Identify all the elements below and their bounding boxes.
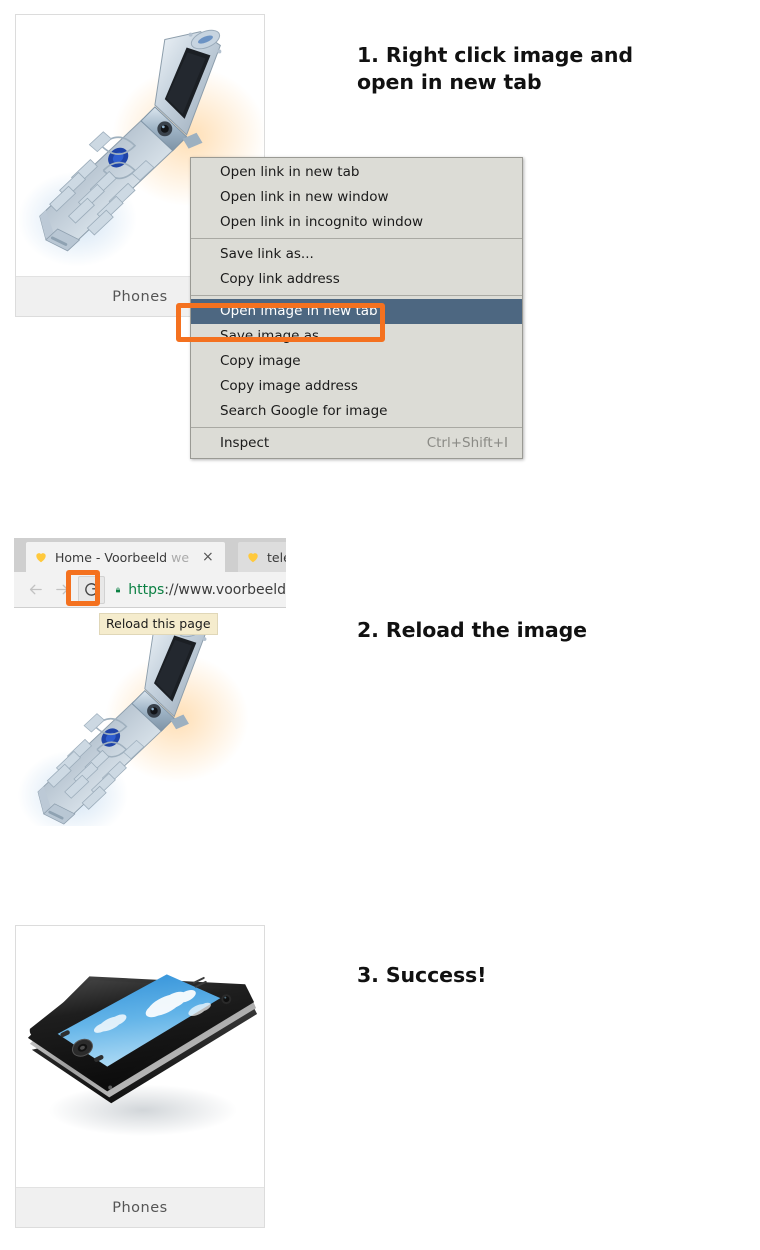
browser-tab-inactive[interactable]: telefo (230, 542, 286, 572)
browser-tab-active[interactable]: Home - Voorbeeld we × (18, 542, 233, 572)
context-menu-separator (191, 295, 522, 296)
address-bar[interactable]: https://www.voorbeeld (115, 582, 286, 598)
context-menu-item-label: Copy image address (220, 378, 358, 394)
step-3-title: 3. Success! (357, 963, 487, 987)
context-menu-item[interactable]: Save image as... (191, 324, 522, 349)
context-menu-item-label: Open link in incognito window (220, 214, 424, 230)
reload-tooltip: Reload this page (99, 613, 218, 635)
context-menu-item[interactable]: Open link in new tab (191, 160, 522, 185)
context-menu-item[interactable]: Open link in new window (191, 185, 522, 210)
arrow-right-icon (56, 584, 69, 595)
context-menu-item[interactable]: Open link in incognito window (191, 210, 522, 235)
step-1-title: 1. Right click image and open in new tab (357, 43, 633, 94)
context-menu-item-label: Open image in new tab (220, 303, 378, 319)
context-menu-item-label: Search Google for image (220, 403, 388, 419)
flip-phone-illustration-reloaded[interactable] (14, 608, 270, 826)
arrow-left-icon (29, 584, 42, 595)
browser-window[interactable]: Home - Voorbeeld we × telefo (14, 538, 286, 840)
context-menu-item-label: Inspect (220, 435, 270, 451)
context-menu-item-label: Save image as... (220, 328, 332, 344)
product-image-smartphone[interactable] (16, 926, 264, 1188)
heart-icon (36, 553, 46, 563)
reload-icon (85, 583, 99, 596)
context-menu-item-label: Copy link address (220, 271, 340, 287)
forward-button[interactable] (49, 576, 76, 604)
heart-icon (248, 553, 258, 563)
context-menu-item[interactable]: Save link as... (191, 242, 522, 267)
context-menu-item[interactable]: Open image in new tab (191, 299, 522, 324)
tab-title-active: Home - Voorbeeld we (55, 549, 190, 565)
context-menu[interactable]: Open link in new tab Open link in new win… (190, 157, 523, 459)
context-menu-item[interactable]: Copy image address (191, 374, 522, 399)
context-menu-item[interactable]: Copy image (191, 349, 522, 374)
context-menu-separator (191, 238, 522, 239)
context-menu-item-shortcut: Ctrl+Shift+I (426, 435, 508, 451)
tab-close-icon[interactable]: × (202, 550, 214, 564)
step-2-title: 2. Reload the image (357, 618, 587, 642)
context-menu-item[interactable]: Copy link address (191, 267, 522, 292)
product-card-smartphone[interactable]: Phones (15, 925, 265, 1228)
tab-strip[interactable]: Home - Voorbeeld we × telefo (14, 538, 286, 572)
smartphone-illustration (27, 974, 258, 1137)
reload-button[interactable] (78, 575, 106, 604)
context-menu-item[interactable]: Inspect Ctrl+Shift+I (191, 431, 522, 456)
url-text: https://www.voorbeeld (128, 581, 286, 598)
back-button[interactable] (22, 576, 49, 604)
context-menu-item-label: Save link as... (220, 246, 314, 262)
browser-toolbar[interactable]: https://www.voorbeeld (14, 572, 286, 608)
context-menu-item-label: Copy image (220, 353, 301, 369)
context-menu-separator (191, 427, 522, 428)
context-menu-item-label: Open link in new tab (220, 164, 360, 180)
card-caption: Phones (16, 1187, 264, 1227)
tutorial-page: Phones Open link in new tab Open link in … (0, 0, 760, 1250)
lock-icon (116, 587, 121, 592)
context-menu-item-label: Open link in new window (220, 189, 389, 205)
tab-title-inactive: telefo (267, 549, 286, 565)
browser-viewport[interactable] (14, 608, 286, 840)
context-menu-item[interactable]: Search Google for image (191, 399, 522, 424)
